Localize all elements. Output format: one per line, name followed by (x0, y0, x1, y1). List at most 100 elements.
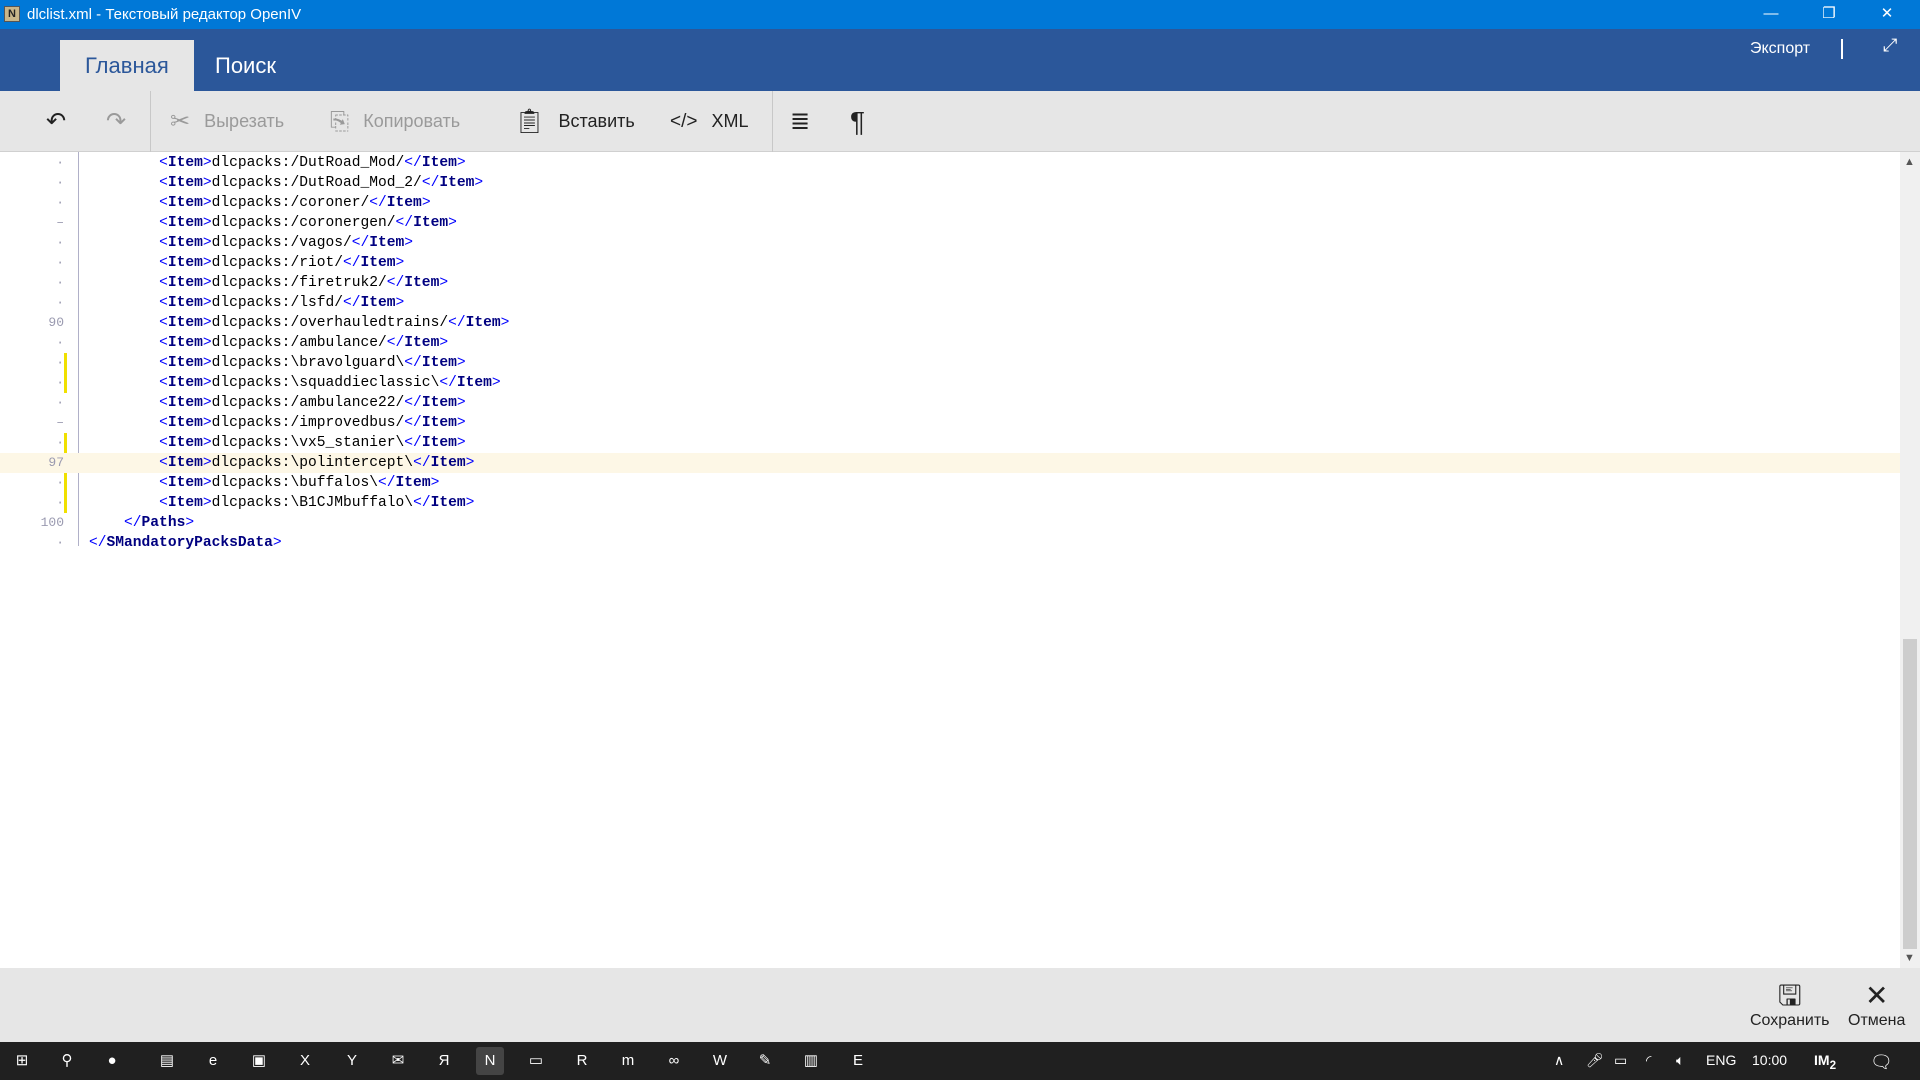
code-text: <Item>dlcpacks:/coronergen/</Item> (159, 215, 457, 231)
line-number: · (56, 375, 64, 390)
cortana-icon[interactable]: ● (98, 1047, 126, 1075)
openiv-icon[interactable]: N (476, 1047, 504, 1075)
code-line[interactable]: 90 <Item>dlcpacks:/overhauledtrains/</It… (0, 313, 1900, 333)
wifi-icon[interactable]: ◜ (1646, 1052, 1651, 1069)
clock[interactable]: 10:00 (1752, 1052, 1787, 1068)
divider (1841, 39, 1843, 59)
line-number: · (56, 235, 64, 250)
cut-button[interactable]: ✂ Вырезать (170, 91, 284, 152)
code-line[interactable]: · <Item>dlcpacks:/DutRoad_Mod/</Item> (0, 153, 1900, 173)
store-icon[interactable]: ▣ (245, 1047, 273, 1075)
code-line[interactable]: 100 </Paths> (0, 513, 1900, 533)
code-line[interactable]: · <Item>dlcpacks:\bravolguard\</Item> (0, 353, 1900, 373)
scroll-down-arrow[interactable]: ▼ (1904, 952, 1915, 964)
line-number: · (56, 175, 64, 190)
code-line[interactable]: · <Item>dlcpacks:/vagos/</Item> (0, 233, 1900, 253)
windows-start-icon[interactable]: ⊞ (8, 1047, 36, 1075)
change-marker (64, 473, 67, 493)
expand-icon[interactable]: ⤢ (1883, 35, 1897, 56)
tab-home[interactable]: Главная (60, 40, 194, 91)
code-text: <Item>dlcpacks:\B1CJMbuffalo\</Item> (159, 495, 475, 511)
close-window-button[interactable]: ✕ (1858, 0, 1916, 29)
pilcrow-icon: ¶ (850, 105, 866, 137)
line-number: · (56, 435, 64, 450)
code-line[interactable]: 97 <Item>dlcpacks:\polintercept\</Item> (0, 453, 1900, 473)
change-marker (64, 373, 67, 393)
code-text: <Item>dlcpacks:/DutRoad_Mod_2/</Item> (159, 175, 484, 191)
xml-button[interactable]: </> XML (670, 91, 749, 152)
word-icon[interactable]: W (706, 1047, 734, 1075)
code-line[interactable]: · <Item>dlcpacks:/firetruk2/</Item> (0, 273, 1900, 293)
save-button[interactable]: 🖫︎ Сохранить (1750, 980, 1830, 1030)
code-line[interactable]: · <Item>dlcpacks:/coroner/</Item> (0, 193, 1900, 213)
code-line[interactable]: · </SMandatoryPacksData> (0, 533, 1900, 553)
word-wrap-button[interactable]: ≣ (790, 91, 824, 152)
code-line[interactable]: · <Item>dlcpacks:\vx5_stanier\</Item> (0, 433, 1900, 453)
code-line[interactable]: · <Item>dlcpacks:\squaddieclassic\</Item… (0, 373, 1900, 393)
code-line[interactable]: · <Item>dlcpacks:/riot/</Item> (0, 253, 1900, 273)
scroll-up-arrow[interactable]: ▲ (1904, 156, 1915, 168)
yandex-browser-icon[interactable]: Y (338, 1047, 366, 1075)
redo-button[interactable]: ↷ (106, 91, 140, 152)
floppy-disk-icon: 🖫︎ (1777, 980, 1802, 1011)
line-number: 97 (48, 455, 64, 470)
line-number: · (56, 195, 64, 210)
export-button[interactable]: Экспорт (1750, 40, 1810, 58)
notepad-icon[interactable]: ▥ (797, 1047, 825, 1075)
line-number: 90 (48, 315, 64, 330)
line-number: · (56, 355, 64, 370)
maxthon-icon[interactable]: m (614, 1047, 642, 1075)
file-explorer-icon[interactable]: ▤ (153, 1047, 181, 1075)
paint-icon[interactable]: ✎ (751, 1047, 779, 1075)
visual-studio-icon[interactable]: ∞ (660, 1047, 688, 1075)
code-text: <Item>dlcpacks:/firetruk2/</Item> (159, 275, 449, 291)
code-line[interactable]: · <Item>dlcpacks:\buffalos\</Item> (0, 473, 1900, 493)
copy-label: Копировать (363, 111, 461, 131)
search-icon[interactable]: ⚲ (53, 1047, 81, 1075)
redo-icon: ↷ (106, 108, 127, 135)
code-line[interactable]: · <Item>dlcpacks:/ambulance22/</Item> (0, 393, 1900, 413)
code-line[interactable]: · <Item>dlcpacks:\B1CJMbuffalo\</Item> (0, 493, 1900, 513)
line-number: – (56, 215, 64, 230)
cut-label: Вырезать (204, 111, 285, 131)
epic-games-icon[interactable]: E (844, 1047, 872, 1075)
volume-icon[interactable]: 🔈︎ (1676, 1052, 1684, 1069)
battery-icon[interactable]: ▭ (1614, 1052, 1627, 1069)
language-indicator[interactable]: ENG (1706, 1052, 1736, 1068)
line-number: · (56, 155, 64, 170)
code-text: <Item>dlcpacks:/riot/</Item> (159, 255, 405, 271)
mail-icon[interactable]: ✉ (384, 1047, 412, 1075)
monitor-icon[interactable]: ▭ (522, 1047, 550, 1075)
code-line[interactable]: · <Item>dlcpacks:/lsfd/</Item> (0, 293, 1900, 313)
vertical-scrollbar[interactable]: ▲ ▼ (1900, 152, 1920, 968)
code-line[interactable]: – <Item>dlcpacks:/coronergen/</Item> (0, 213, 1900, 233)
show-hidden-icons-chevron[interactable]: ∧ (1554, 1052, 1564, 1069)
copy-button[interactable]: ⎘ Копировать (330, 91, 460, 152)
restore-button[interactable]: ❐ (1800, 0, 1858, 29)
code-text: <Item>dlcpacks:\vx5_stanier\</Item> (159, 435, 466, 451)
rockstar-icon[interactable]: R (568, 1047, 596, 1075)
code-text: <Item>dlcpacks:/ambulance/</Item> (159, 335, 449, 351)
yandex-icon[interactable]: Я (430, 1047, 458, 1075)
code-text: </Paths> (124, 515, 195, 531)
code-editor[interactable]: · <Item>dlcpacks:/DutRoad_Mod/</Item> · <… (0, 152, 1900, 968)
cancel-button[interactable]: ✕ Отмена (1848, 980, 1905, 1030)
microphone-icon[interactable]: 🎤︎ (1586, 1052, 1604, 1069)
code-line[interactable]: – <Item>dlcpacks:/improvedbus/</Item> (0, 413, 1900, 433)
code-text: <Item>dlcpacks:\buffalos\</Item> (159, 475, 440, 491)
show-whitespace-button[interactable]: ¶ (850, 91, 879, 152)
edge-icon[interactable]: e (199, 1047, 227, 1075)
app-tray-icon[interactable]: IM2 (1814, 1052, 1836, 1072)
code-line[interactable]: · <Item>dlcpacks:/ambulance/</Item> (0, 333, 1900, 353)
minimize-button[interactable]: — (1742, 0, 1800, 29)
word-wrap-icon: ≣ (790, 108, 811, 135)
cancel-label: Отмена (1848, 1012, 1906, 1029)
action-center-icon[interactable]: 🗨︎ (1870, 1052, 1893, 1073)
scrollbar-thumb[interactable] (1903, 639, 1917, 949)
paste-button[interactable]: 📋︎ Вставить (514, 91, 635, 152)
tab-search[interactable]: Поиск (190, 40, 301, 91)
undo-button[interactable]: ↶ (46, 91, 80, 152)
excel-icon[interactable]: X (291, 1047, 319, 1075)
code-line[interactable]: · <Item>dlcpacks:/DutRoad_Mod_2/</Item> (0, 173, 1900, 193)
code-text: <Item>dlcpacks:/ambulance22/</Item> (159, 395, 466, 411)
